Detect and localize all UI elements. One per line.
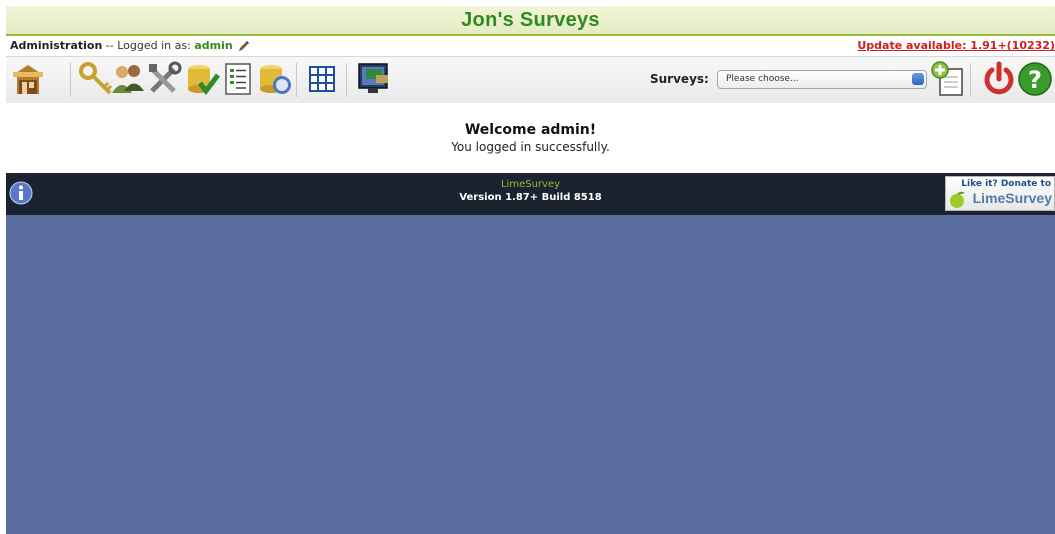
footer: LimeSurvey Version 1.87+ Build 8518 Like… <box>6 173 1055 215</box>
welcome-panel: Welcome admin! You logged in successfull… <box>6 103 1055 173</box>
check-data-integrity-icon[interactable] <box>184 61 220 97</box>
version-text: Version 1.87+ Build 8518 <box>459 192 602 203</box>
page-title: Jon's Surveys <box>461 9 600 31</box>
surveys-label: Surveys: <box>650 72 709 86</box>
edit-pencil-icon[interactable] <box>238 40 250 52</box>
logout-icon[interactable] <box>981 61 1017 97</box>
logged-in-prefix: -- Logged in as: <box>105 39 191 52</box>
header-bar: Jon's Surveys <box>6 6 1055 36</box>
restore-sql-icon[interactable] <box>256 61 292 97</box>
home-icon[interactable] <box>10 61 46 97</box>
toolbar-separator <box>296 63 297 97</box>
toolbar-separator <box>970 63 971 97</box>
footer-brand-link[interactable]: LimeSurvey <box>6 178 1055 191</box>
donate-button[interactable]: Like it? Donate to LimeSurvey <box>945 176 1055 211</box>
backup-database-icon[interactable] <box>220 61 256 97</box>
lime-logo-icon <box>950 191 965 208</box>
create-survey-icon[interactable] <box>930 61 966 97</box>
toolbar: Surveys: Please choose... ? <box>6 56 1055 104</box>
footer-info: LimeSurvey Version 1.87+ Build 8518 <box>6 178 1055 204</box>
svg-text:?: ? <box>1028 66 1042 94</box>
donate-brand: LimeSurvey <box>972 190 1052 206</box>
template-editor-icon[interactable] <box>356 61 392 97</box>
help-icon[interactable]: ? <box>1017 61 1053 97</box>
dropdown-arrow-icon <box>912 73 924 85</box>
security-icon[interactable] <box>78 61 114 97</box>
username: admin <box>194 39 233 52</box>
surveys-dropdown-value: Please choose... <box>726 74 799 84</box>
user-groups-icon[interactable] <box>110 61 146 97</box>
admin-bar: Administration -- Logged in as: admin Up… <box>6 37 1055 55</box>
content-area <box>6 215 1055 534</box>
surveys-dropdown[interactable]: Please choose... <box>717 70 927 89</box>
welcome-title: Welcome admin! <box>464 122 597 138</box>
login-status: Administration -- Logged in as: admin <box>10 37 250 55</box>
donate-label: Like it? Donate to <box>961 179 1051 189</box>
update-available-link[interactable]: Update available: 1.91+(10232) <box>857 37 1055 55</box>
toolbar-separator <box>70 63 71 97</box>
app-frame: Jon's Surveys Administration -- Logged i… <box>6 6 1055 534</box>
toolbar-separator <box>346 63 347 97</box>
label-sets-icon[interactable] <box>304 61 340 97</box>
admin-section-label: Administration <box>10 39 103 52</box>
global-settings-icon[interactable] <box>146 61 182 97</box>
welcome-message: You logged in successfully. <box>451 140 610 154</box>
